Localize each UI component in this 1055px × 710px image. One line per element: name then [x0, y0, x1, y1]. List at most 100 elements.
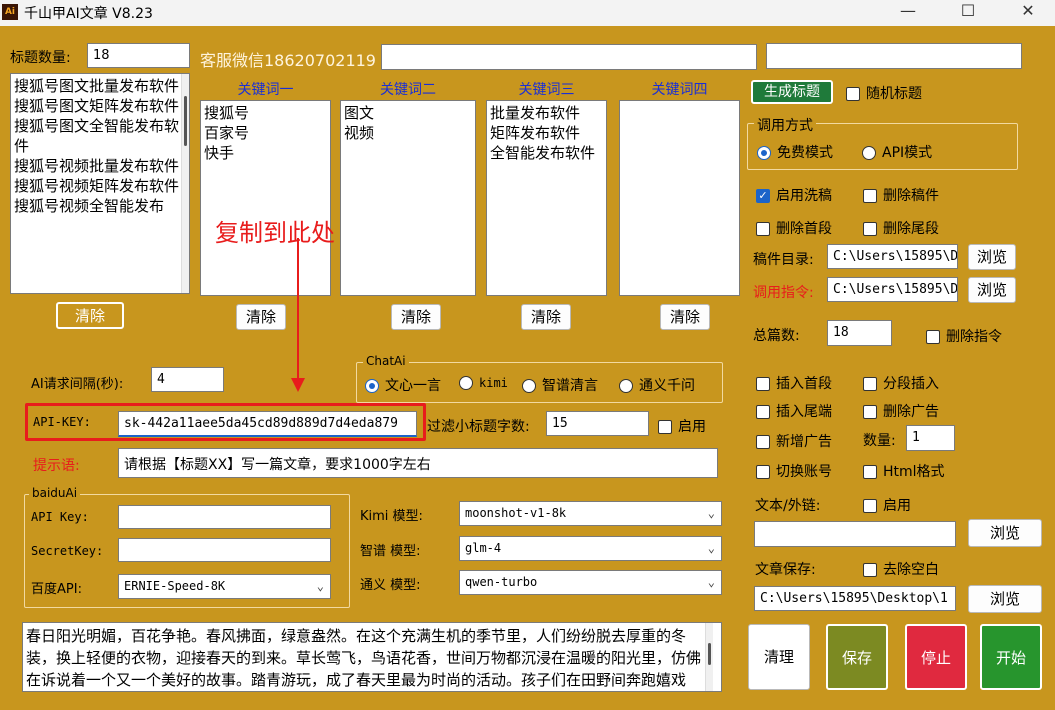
- radio-icon: [459, 376, 473, 390]
- save-path-input[interactable]: C:\Users\15895\Desktop\1: [754, 586, 956, 611]
- add-ads-checkbox[interactable]: 新增广告: [756, 431, 832, 451]
- free-mode-label: 免费模式: [777, 145, 833, 161]
- zhipu-model-select[interactable]: glm-4 ⌄: [459, 536, 722, 561]
- list-item[interactable]: 搜狐号视频矩阵发布软件: [14, 176, 186, 196]
- list-item[interactable]: 图文: [344, 103, 472, 123]
- title-bar: Ai 千山甲AI文章 V8.23 — ☐ ✕: [0, 0, 1055, 26]
- filter-enable-checkbox[interactable]: 启用: [658, 416, 706, 436]
- browse-draft-button[interactable]: 浏览: [968, 244, 1016, 270]
- list-item[interactable]: 矩阵发布软件: [490, 123, 603, 143]
- total-input[interactable]: 18: [827, 320, 892, 346]
- draft-dir-input[interactable]: C:\Users\15895\De: [827, 244, 958, 269]
- remove-space-checkbox[interactable]: 去除空白: [863, 559, 939, 579]
- enable-wash-checkbox[interactable]: ✓ 启用洗稿: [756, 185, 832, 205]
- clear-keyword3-button[interactable]: 清除: [521, 304, 571, 330]
- filter-enable-label: 启用: [678, 419, 706, 435]
- list-item[interactable]: 批量发布软件: [490, 103, 603, 123]
- browse-text-link-button[interactable]: 浏览: [968, 519, 1042, 547]
- insert-first-checkbox[interactable]: 插入首段: [756, 373, 832, 393]
- keyword4-header: 关键词四: [651, 82, 708, 98]
- count-input[interactable]: 1: [906, 425, 955, 451]
- top-field-2[interactable]: [766, 43, 1022, 69]
- minimize-icon[interactable]: —: [885, 0, 931, 26]
- delete-draft-checkbox[interactable]: 删除稿件: [863, 185, 939, 205]
- keyword2-list[interactable]: 图文 视频: [340, 100, 476, 296]
- enable-wash-label: 启用洗稿: [776, 188, 832, 204]
- article-output-scrollbar[interactable]: [705, 623, 713, 691]
- scroll-thumb[interactable]: [184, 96, 187, 146]
- chatai-option-zhipu[interactable]: 智谱清言: [522, 375, 598, 395]
- top-field-1[interactable]: [381, 44, 757, 70]
- list-item[interactable]: 百家号: [204, 123, 327, 143]
- checkbox-icon: [863, 563, 877, 577]
- switch-account-checkbox[interactable]: 切换账号: [756, 461, 832, 481]
- free-mode-radio[interactable]: 免费模式: [757, 142, 833, 162]
- random-title-checkbox[interactable]: 随机标题: [846, 83, 922, 103]
- list-item[interactable]: 搜狐号视频全智能发布: [14, 196, 186, 216]
- text-link-input[interactable]: [754, 521, 956, 547]
- clear-keyword1-button[interactable]: 清除: [236, 304, 286, 330]
- call-cmd-input[interactable]: C:\Users\15895\De: [827, 277, 958, 302]
- title-list-scrollbar[interactable]: [181, 74, 189, 293]
- list-item[interactable]: 快手: [204, 143, 327, 163]
- list-item[interactable]: 搜狐号图文全智能发布软件: [14, 116, 186, 156]
- delete-first-checkbox[interactable]: 删除首段: [756, 218, 832, 238]
- total-label: 总篇数:: [753, 328, 800, 344]
- list-item[interactable]: 视频: [344, 123, 472, 143]
- save-button[interactable]: 保存: [826, 624, 888, 690]
- title-list[interactable]: 搜狐号图文批量发布软件 搜狐号图文矩阵发布软件 搜狐号图文全智能发布软件 搜狐号视频批…: [10, 73, 190, 294]
- delete-ads-checkbox[interactable]: 删除广告: [863, 401, 939, 421]
- segment-insert-checkbox[interactable]: 分段插入: [863, 373, 939, 393]
- chevron-down-icon: ⌄: [707, 575, 715, 589]
- baidu-api-key-label: API Key:: [31, 510, 89, 524]
- list-item[interactable]: 搜狐号图文矩阵发布软件: [14, 96, 186, 116]
- clean-button[interactable]: 清理: [748, 624, 810, 690]
- chatai-option-wenxin[interactable]: 文心一言: [365, 375, 441, 395]
- text-link-enable-checkbox[interactable]: 启用: [863, 495, 911, 515]
- delete-cmd-checkbox[interactable]: 删除指令: [926, 326, 1002, 346]
- chevron-down-icon: ⌄: [316, 579, 324, 593]
- browse-save-button[interactable]: 浏览: [968, 585, 1042, 613]
- clear-keyword2-button[interactable]: 清除: [391, 304, 441, 330]
- keyword1-list[interactable]: 搜狐号 百家号 快手: [200, 100, 331, 296]
- secret-key-input[interactable]: [118, 538, 331, 562]
- delete-draft-label: 删除稿件: [883, 188, 939, 204]
- api-key-input[interactable]: sk-442a11aee5da45cd89d889d7d4eda879: [118, 411, 417, 437]
- title-count-input[interactable]: 18: [87, 43, 190, 68]
- switch-account-label: 切换账号: [776, 464, 832, 480]
- ai-interval-input[interactable]: 4: [151, 367, 224, 392]
- chatai-option-tongyi[interactable]: 通义千问: [619, 375, 695, 395]
- clear-titles-button[interactable]: 清除: [56, 302, 124, 329]
- article-output[interactable]: 春日阳光明媚，百花争艳。春风拂面，绿意盎然。在这个充满生机的季节里，人们纷纷脱去…: [22, 622, 722, 692]
- scroll-thumb[interactable]: [708, 643, 711, 665]
- filter-input[interactable]: 15: [546, 411, 649, 436]
- keyword4-list[interactable]: [619, 100, 740, 296]
- stop-button[interactable]: 停止: [905, 624, 967, 690]
- draft-dir-label: 稿件目录:: [753, 252, 814, 268]
- clear-keyword4-button[interactable]: 清除: [660, 304, 710, 330]
- kimi-model-select[interactable]: moonshot-v1-8k ⌄: [459, 501, 722, 526]
- radio-icon: [862, 146, 876, 160]
- baidu-api-select[interactable]: ERNIE-Speed-8K ⌄: [118, 574, 331, 599]
- browse-cmd-button[interactable]: 浏览: [968, 277, 1016, 303]
- close-icon[interactable]: ✕: [1005, 0, 1051, 26]
- delete-last-label: 删除尾段: [883, 221, 939, 237]
- prompt-input[interactable]: 请根据【标题XX】写一篇文章，要求1000字左右: [118, 448, 718, 478]
- baidu-api-key-input[interactable]: [118, 505, 331, 529]
- html-format-checkbox[interactable]: Html格式: [863, 461, 945, 481]
- insert-last-checkbox[interactable]: 插入尾端: [756, 401, 832, 421]
- tongyi-model-select[interactable]: qwen-turbo ⌄: [459, 570, 722, 595]
- list-item[interactable]: 全智能发布软件: [490, 143, 603, 163]
- chevron-down-icon: ⌄: [707, 541, 715, 555]
- list-item[interactable]: 搜狐号图文批量发布软件: [14, 76, 186, 96]
- api-mode-radio[interactable]: API模式: [862, 142, 932, 162]
- maximize-icon[interactable]: ☐: [945, 0, 991, 26]
- generate-title-button[interactable]: 生成标题: [751, 80, 833, 104]
- list-item[interactable]: 搜狐号视频批量发布软件: [14, 156, 186, 176]
- chatai-option-kimi[interactable]: kimi: [459, 375, 508, 391]
- keyword3-list[interactable]: 批量发布软件 矩阵发布软件 全智能发布软件: [486, 100, 607, 296]
- list-item[interactable]: 搜狐号: [204, 103, 327, 123]
- call-cmd-label: 调用指令:: [753, 285, 814, 301]
- delete-last-checkbox[interactable]: 删除尾段: [863, 218, 939, 238]
- start-button[interactable]: 开始: [980, 624, 1042, 690]
